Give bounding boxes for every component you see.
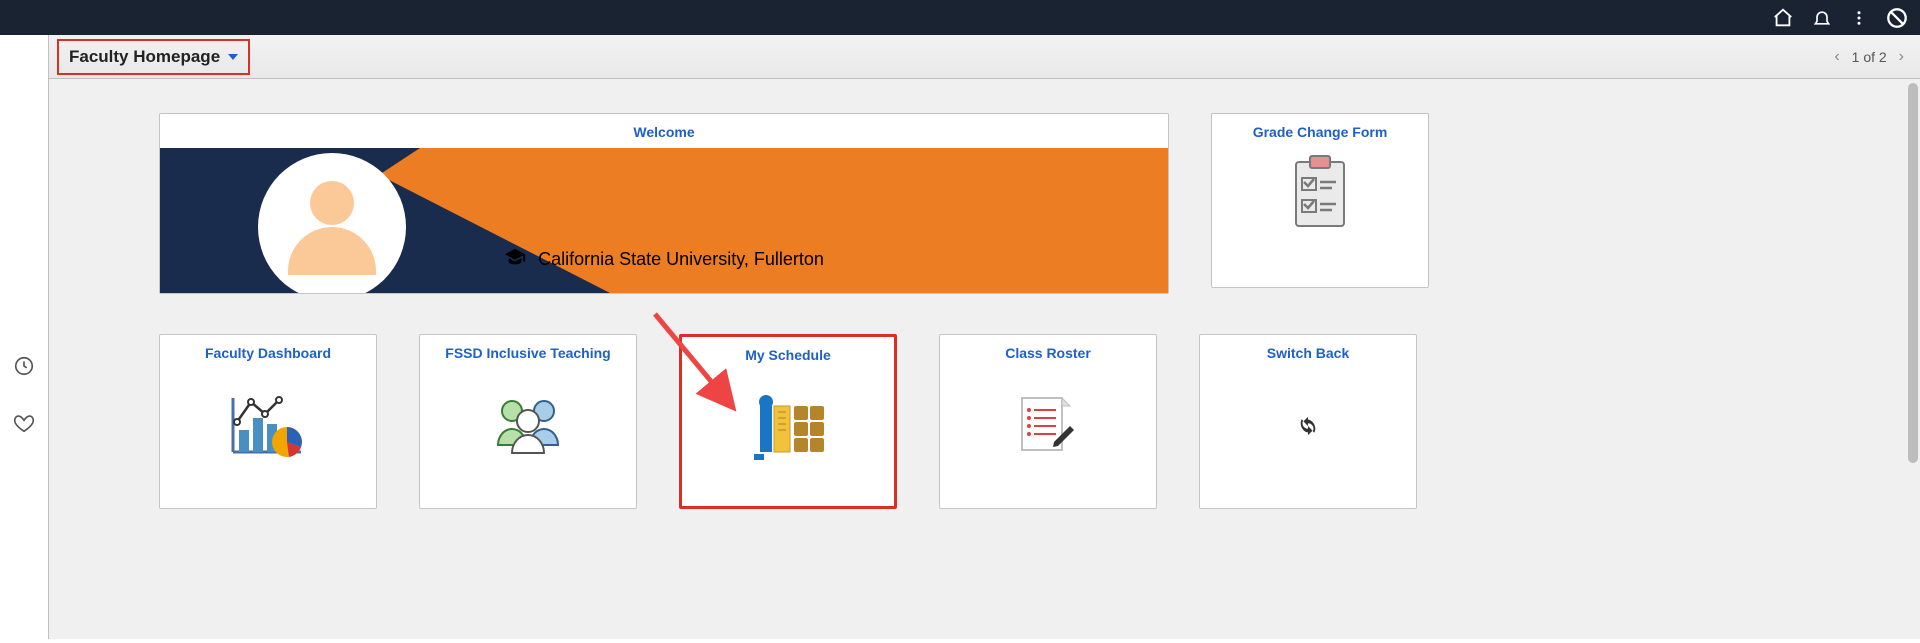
tile-title: Grade Change Form	[1253, 114, 1388, 148]
logout-icon[interactable]	[1886, 7, 1908, 29]
more-icon[interactable]	[1850, 9, 1868, 27]
welcome-banner: California State University, Fullerton	[160, 148, 1168, 293]
tile-title: Switch Back	[1267, 335, 1349, 369]
people-group-icon	[490, 397, 566, 460]
tile-my-schedule[interactable]: My Schedule	[679, 334, 897, 509]
content-body: Welcome California State University, Ful…	[49, 79, 1920, 639]
chevron-down-icon	[228, 54, 238, 60]
tile-grade-change[interactable]: Grade Change Form	[1211, 113, 1429, 288]
roster-document-icon	[1018, 394, 1078, 463]
schedule-icon	[746, 392, 830, 465]
recent-icon[interactable]	[13, 355, 35, 382]
institution-label: California State University, Fullerton	[538, 249, 824, 270]
tile-title: My Schedule	[745, 337, 831, 371]
pager: ‹ 1 of 2 ›	[1834, 48, 1904, 66]
homepage-selector-label: Faculty Homepage	[69, 47, 220, 67]
tile-faculty-dashboard[interactable]: Faculty Dashboard	[159, 334, 377, 509]
tile-fssd-inclusive-teaching[interactable]: FSSD Inclusive Teaching	[419, 334, 637, 509]
tile-title: Welcome	[633, 114, 694, 148]
clipboard-icon	[1288, 154, 1352, 237]
pager-text: 1 of 2	[1852, 49, 1887, 65]
left-rail	[0, 35, 48, 639]
tile-title: Faculty Dashboard	[205, 335, 331, 369]
notifications-icon[interactable]	[1812, 8, 1832, 28]
homepage-selector-dropdown[interactable]: Faculty Homepage	[57, 39, 250, 75]
graduation-cap-icon	[504, 246, 526, 273]
pager-next-icon[interactable]: ›	[1899, 48, 1904, 66]
tile-class-roster[interactable]: Class Roster	[939, 334, 1157, 509]
dashboard-chart-icon	[229, 392, 307, 465]
scrollbar-thumb[interactable]	[1908, 83, 1918, 463]
favorites-icon[interactable]	[13, 412, 35, 439]
switch-back-icon	[1297, 415, 1319, 442]
global-header	[0, 0, 1920, 35]
tile-title: Class Roster	[1005, 335, 1091, 369]
scrollbar[interactable]	[1906, 79, 1920, 639]
pager-prev-icon[interactable]: ‹	[1834, 48, 1839, 66]
tile-switch-back[interactable]: Switch Back	[1199, 334, 1417, 509]
home-icon[interactable]	[1772, 7, 1794, 29]
tile-welcome: Welcome California State University, Ful…	[159, 113, 1169, 294]
tile-title: FSSD Inclusive Teaching	[445, 335, 610, 369]
page-header-bar: Faculty Homepage ‹ 1 of 2 ›	[49, 35, 1920, 79]
